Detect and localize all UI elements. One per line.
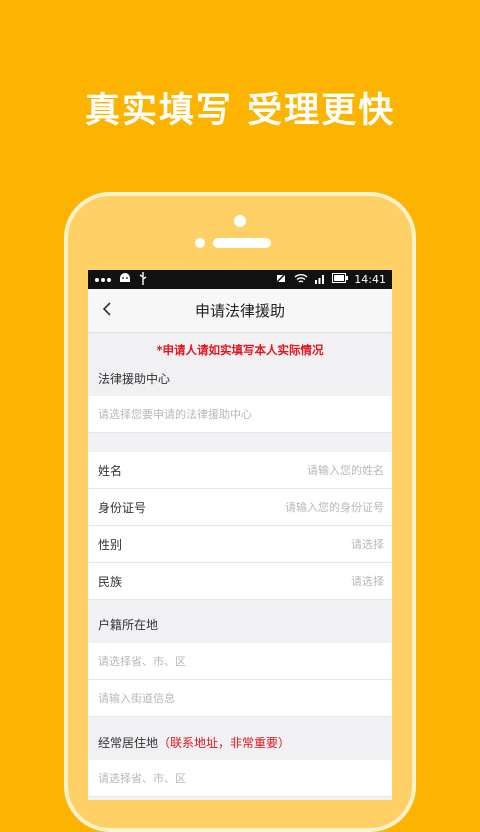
phone-screen: 14:41 申请法律援助 *申请人请如实填写本人实际情况 法律援助中心 姓名 身…	[88, 270, 392, 800]
status-bar: 14:41	[88, 270, 392, 289]
residence-label-row: 经常居住地（联系地址，非常重要）	[88, 717, 392, 760]
gender-label: 性别	[98, 537, 123, 552]
name-label: 姓名	[98, 463, 123, 478]
more-dots-icon	[94, 273, 112, 286]
ethnicity-row[interactable]: 民族 请选择	[88, 563, 392, 600]
gender-select[interactable]: 请选择	[122, 536, 384, 552]
gender-row[interactable]: 性别 请选择	[88, 526, 392, 563]
residence-region-select[interactable]	[98, 771, 384, 785]
legal-center-label: 法律援助中心	[98, 372, 171, 386]
mute-icon	[275, 271, 288, 287]
phone-camera	[234, 215, 246, 227]
household-region-select[interactable]	[98, 654, 384, 668]
household-street-input[interactable]	[98, 691, 384, 705]
chevron-left-icon	[102, 301, 112, 320]
phone-sensor	[195, 238, 205, 248]
ethnicity-select[interactable]: 请选择	[122, 573, 384, 589]
id-number-row: 身份证号	[88, 489, 392, 526]
status-left	[94, 271, 148, 288]
household-label: 户籍所在地	[98, 618, 159, 632]
ethnicity-label: 民族	[98, 574, 123, 589]
name-row: 姓名	[88, 452, 392, 489]
android-icon	[118, 272, 132, 287]
battery-icon	[332, 273, 349, 286]
headline: 真实填写 受理更快	[84, 91, 396, 131]
household-street-row	[88, 680, 392, 717]
status-time: 14:41	[354, 273, 386, 286]
legal-center-select[interactable]	[98, 407, 384, 421]
page-title: 申请法律援助	[194, 302, 285, 320]
name-input[interactable]	[122, 463, 384, 477]
status-right: 14:41	[275, 271, 386, 287]
nav-bar: 申请法律援助	[88, 289, 392, 333]
id-number-input[interactable]	[146, 500, 384, 514]
legal-center-row[interactable]	[88, 396, 392, 433]
residence-hint: （联系地址，非常重要）	[158, 736, 291, 750]
notice-text: *申请人请如实填写本人实际情况	[156, 343, 324, 357]
residence-region-row[interactable]	[88, 760, 392, 797]
wifi-icon	[294, 273, 308, 287]
residence-label: 经常居住地	[98, 736, 159, 750]
id-number-label: 身份证号	[98, 500, 147, 515]
signal-icon	[314, 273, 326, 287]
back-button[interactable]	[94, 297, 120, 323]
usb-icon	[138, 271, 148, 288]
phone-speaker	[213, 238, 271, 248]
household-region-row[interactable]	[88, 643, 392, 680]
